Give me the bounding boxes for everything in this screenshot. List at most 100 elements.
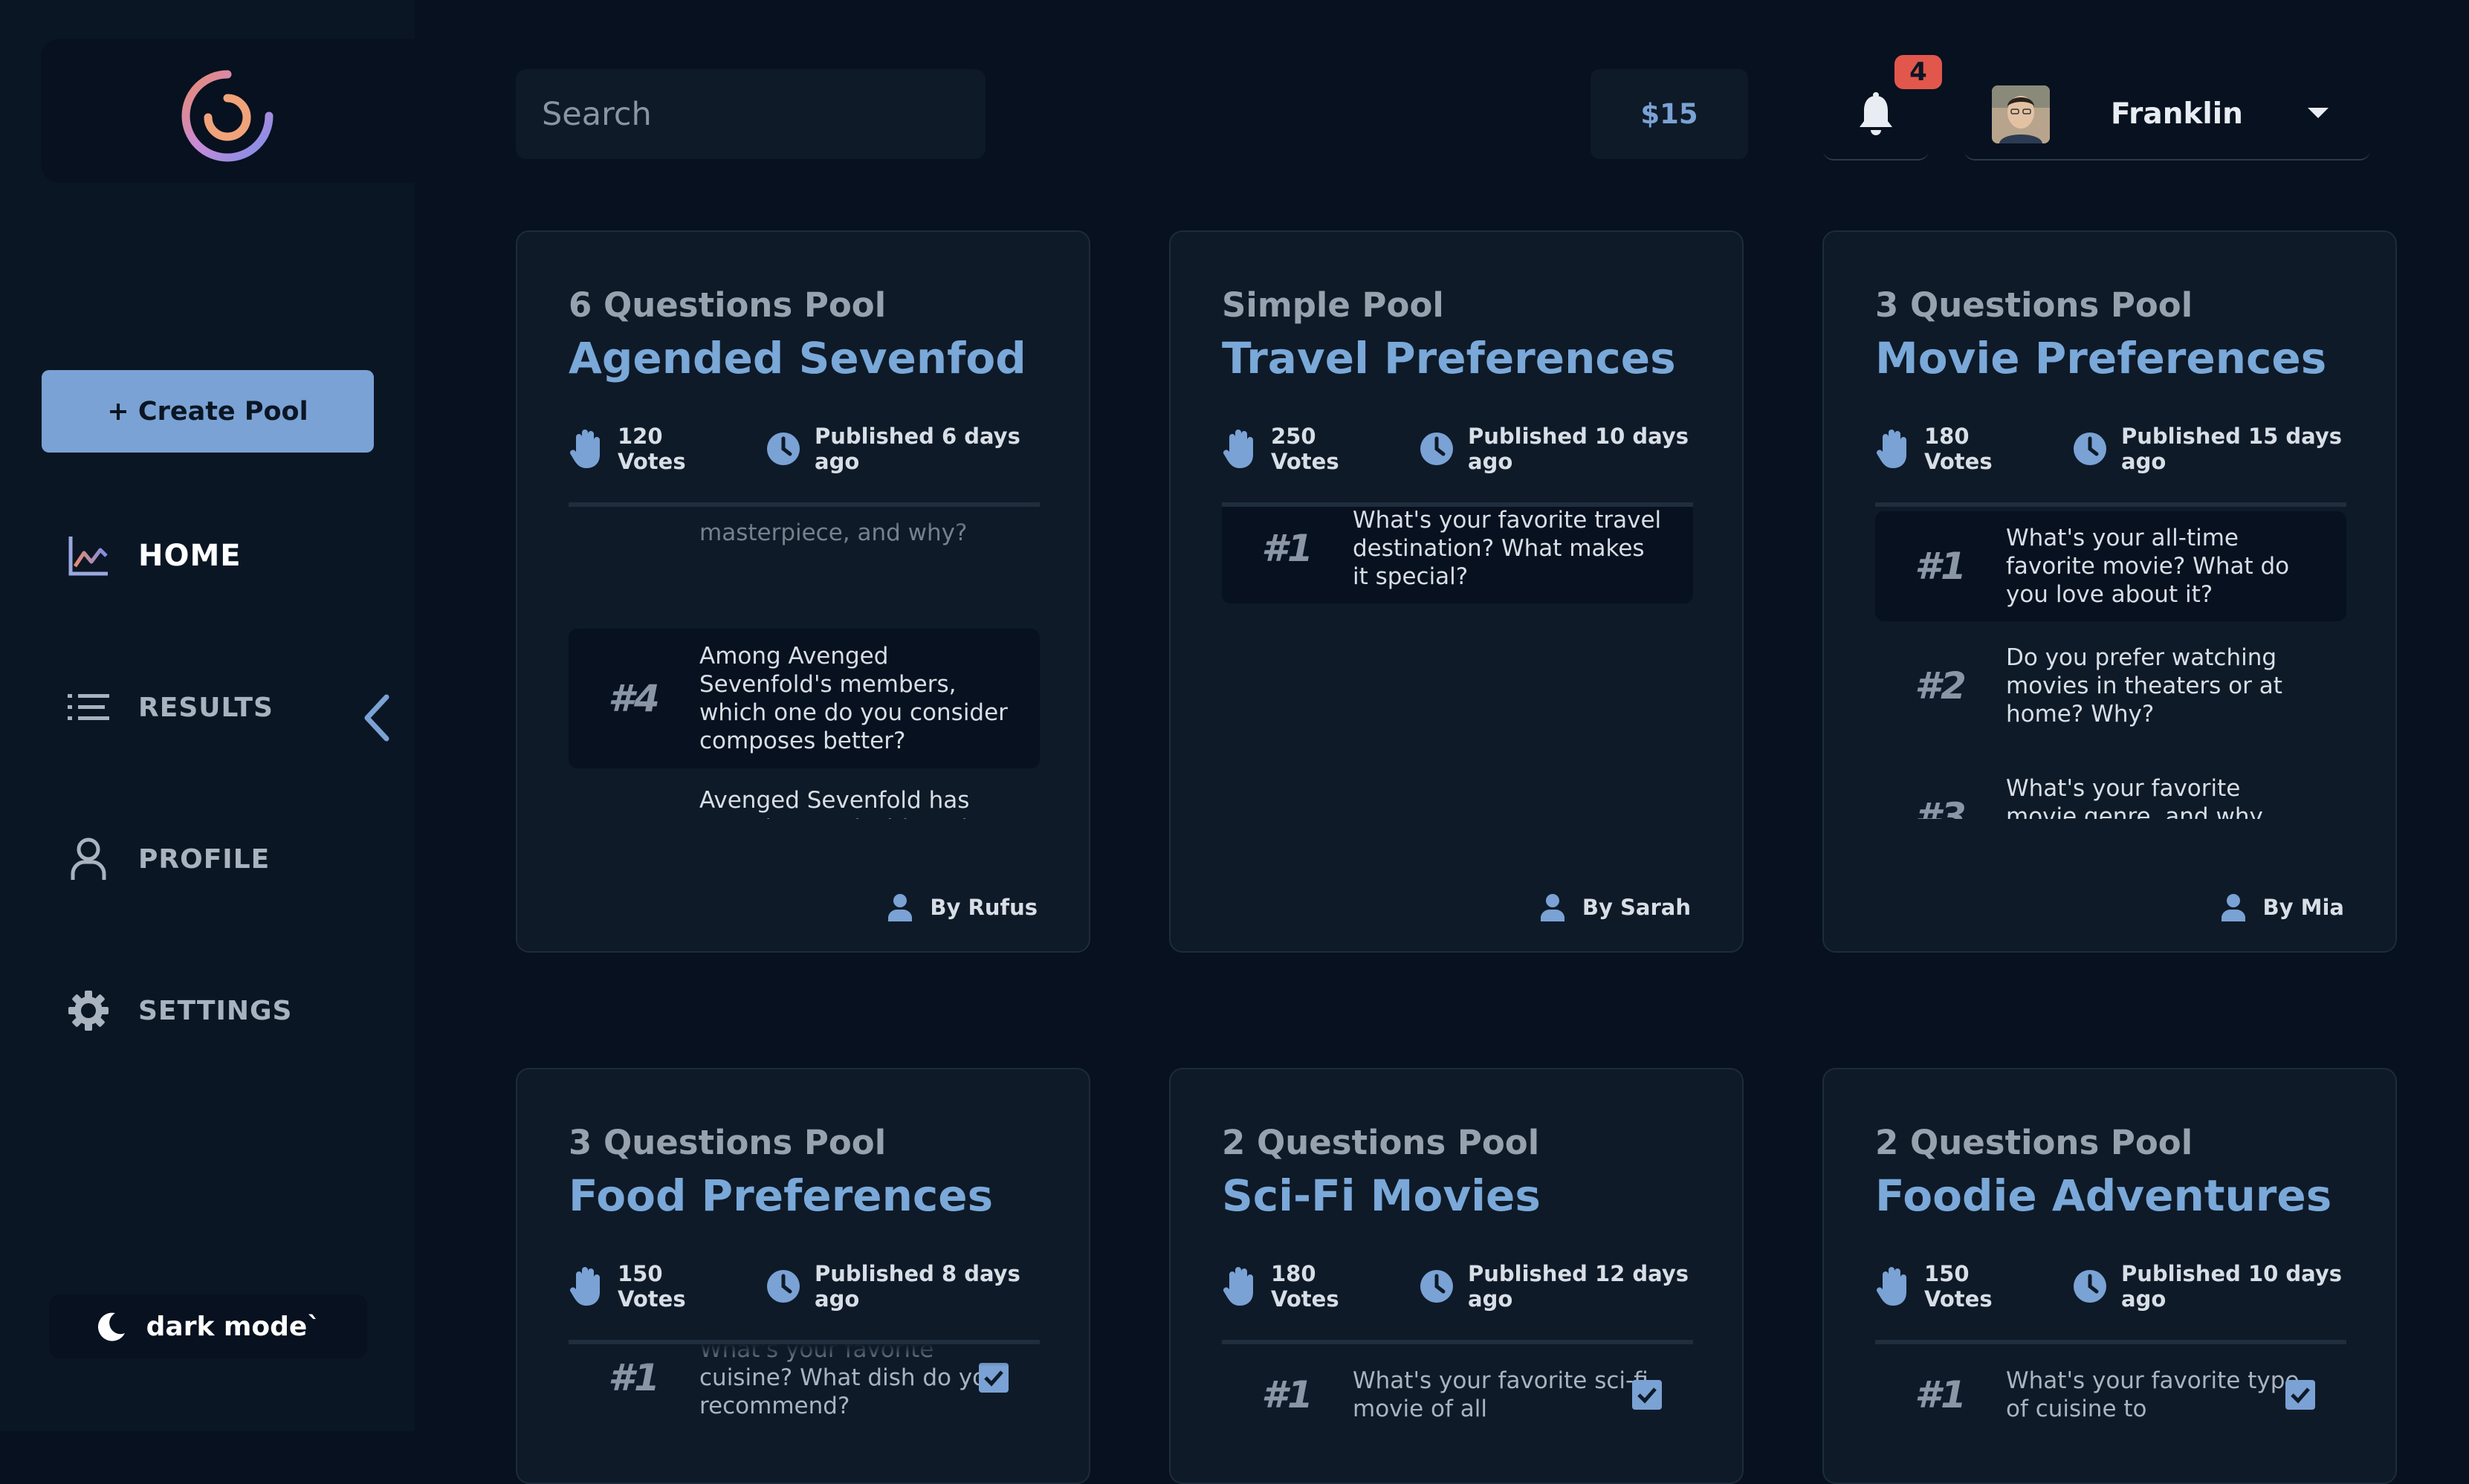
nav-item-results[interactable]: RESULTS bbox=[65, 678, 274, 737]
question-number: #3 bbox=[1915, 795, 1967, 819]
vote-label: Votes bbox=[1271, 449, 1339, 474]
vote-label: Votes bbox=[618, 1286, 686, 1312]
vote-number: 150 bbox=[1924, 1261, 1970, 1286]
nav-label-results: RESULTS bbox=[138, 692, 274, 723]
hand-icon bbox=[1876, 430, 1906, 468]
vote-count: 250 Votes bbox=[1222, 424, 1339, 474]
nav-item-profile[interactable]: PROFILE bbox=[65, 829, 270, 889]
search-input[interactable]: Search bbox=[516, 69, 986, 159]
app-logo-icon[interactable] bbox=[175, 65, 279, 169]
published-line-1: Published 8 days bbox=[815, 1261, 1020, 1286]
user-name: Franklin bbox=[2111, 97, 2243, 131]
pool-kind: 2 Questions Pool bbox=[1222, 1123, 1540, 1162]
author-name: By Mia bbox=[2262, 895, 2344, 920]
checkbox-checked[interactable] bbox=[979, 1363, 1009, 1393]
pool-card[interactable]: 3 Questions Pool Movie Preferences 180 Vote… bbox=[1822, 230, 2397, 953]
pool-title[interactable]: Food Preferences bbox=[569, 1170, 993, 1221]
checkbox-checked[interactable] bbox=[2285, 1380, 2315, 1410]
vote-label: Votes bbox=[1924, 449, 1993, 474]
scroll-fade bbox=[569, 1344, 1040, 1367]
pool-kind: 3 Questions Pool bbox=[1875, 285, 2193, 325]
published-date: Published 6 days ago bbox=[766, 424, 1020, 474]
dark-mode-toggle[interactable]: dark mode` bbox=[49, 1295, 367, 1358]
vote-count: 180 Votes bbox=[1222, 1261, 1339, 1312]
pool-title[interactable]: Foodie Adventures bbox=[1875, 1170, 2332, 1221]
question-text: Among Avenged Sevenfold's members, which… bbox=[699, 643, 1008, 754]
vote-count: 150 Votes bbox=[1875, 1261, 1993, 1312]
vote-label: Votes bbox=[1271, 1286, 1339, 1312]
question-item[interactable]: #2 Do you prefer watching movies in theat… bbox=[1875, 636, 2346, 736]
question-text: Do you prefer watching movies in theater… bbox=[2006, 644, 2282, 728]
gear-icon bbox=[65, 988, 111, 1034]
question-number: #1 bbox=[1261, 1373, 1313, 1416]
question-number: #1 bbox=[1915, 545, 1967, 588]
balance-button[interactable]: $15 bbox=[1591, 69, 1748, 159]
pool-card[interactable]: 2 Questions Pool Foodie Adventures 150 Vote… bbox=[1822, 1068, 2397, 1484]
question-item[interactable]: #1 What's your favorite travel destinatio… bbox=[1222, 507, 1693, 603]
hand-icon bbox=[1876, 1267, 1906, 1306]
nav-label-profile: PROFILE bbox=[138, 843, 271, 875]
published-line-2: ago bbox=[815, 449, 860, 474]
published-line-1: Published 6 days bbox=[815, 424, 1020, 449]
question-text: What's your favorite type of cuisine to bbox=[2006, 1367, 2300, 1422]
published-line-2: ago bbox=[2121, 449, 2167, 474]
question-item[interactable]: #1 What's your all-time favorite movie? W… bbox=[1875, 511, 2346, 621]
pool-card[interactable]: 2 Questions Pool Sci-Fi Movies 180 Votes Pub… bbox=[1169, 1068, 1744, 1484]
user-icon bbox=[65, 836, 111, 882]
question-list: masterpiece, and why? #4 Among Avenged Sev… bbox=[569, 507, 1040, 819]
create-pool-button[interactable]: + Create Pool bbox=[42, 370, 374, 453]
question-item[interactable]: #3 What's your favorite movie genre, and … bbox=[1875, 761, 2346, 819]
list-icon bbox=[65, 684, 111, 730]
author-name: By Sarah bbox=[1582, 895, 1691, 920]
clock-icon bbox=[1420, 1270, 1453, 1303]
pool-title[interactable]: Movie Preferences bbox=[1875, 333, 2326, 383]
pool-title[interactable]: Sci-Fi Movies bbox=[1222, 1170, 1541, 1221]
question-text: What's your all-time favorite movie? Wha… bbox=[2006, 525, 2290, 608]
clock-icon bbox=[767, 432, 800, 465]
logo-container bbox=[41, 39, 415, 183]
notification-count-badge: 4 bbox=[1894, 55, 1942, 89]
published-line-2: ago bbox=[1468, 449, 1513, 474]
question-list: #1 What's your favorite type of cuisine t… bbox=[1875, 1344, 2346, 1483]
clock-icon bbox=[2074, 432, 2106, 465]
question-list: #1 What's your favorite travel destinatio… bbox=[1222, 507, 1693, 819]
question-number: #1 bbox=[1915, 1373, 1967, 1416]
question-number: #1 bbox=[1261, 527, 1313, 570]
nav-item-home[interactable]: HOME bbox=[65, 526, 242, 586]
vote-count: 120 Votes bbox=[569, 424, 686, 474]
user-menu[interactable]: Franklin bbox=[1964, 69, 2370, 161]
pool-title[interactable]: Agended Sevenfod bbox=[569, 333, 1026, 383]
clock-icon bbox=[1420, 432, 1453, 465]
avatar bbox=[1992, 85, 2050, 143]
pool-author: By Mia bbox=[2220, 893, 2344, 921]
sidebar: + Create Pool HOME RESULTS PROFILE SETTI… bbox=[0, 0, 415, 1431]
pool-kind: 3 Questions Pool bbox=[569, 1123, 887, 1162]
published-line-2: ago bbox=[815, 1286, 860, 1312]
question-number: #4 bbox=[608, 677, 660, 720]
collapse-sidebar-icon[interactable] bbox=[358, 691, 394, 745]
chevron-down-icon bbox=[2308, 108, 2329, 118]
nav-item-settings[interactable]: SETTINGS bbox=[65, 981, 292, 1040]
question-item[interactable]: #5Avenged Sevenfold has experimented wit… bbox=[569, 785, 1040, 819]
moon-icon bbox=[97, 1312, 125, 1341]
checkbox-checked[interactable] bbox=[1632, 1380, 1662, 1410]
pool-card[interactable]: 6 Questions Pool Agended Sevenfod 120 Votes… bbox=[516, 230, 1090, 953]
published-date: Published 12 days ago bbox=[1419, 1261, 1689, 1312]
pool-kind: Simple Pool bbox=[1222, 285, 1444, 325]
hand-icon bbox=[1223, 1267, 1253, 1306]
clock-icon bbox=[2074, 1270, 2106, 1303]
published-date: Published 10 days ago bbox=[2072, 1261, 2342, 1312]
question-text: Avenged Sevenfold has experimented with … bbox=[699, 787, 1009, 819]
published-line-2: ago bbox=[1468, 1286, 1513, 1312]
question-list: #1 What's your all-time favorite movie? W… bbox=[1875, 507, 2346, 819]
question-list: #1What's your favorite cuisine? What dis… bbox=[569, 1344, 1040, 1483]
pool-title[interactable]: Travel Preferences bbox=[1222, 333, 1676, 383]
question-item[interactable]: #4 Among Avenged Sevenfold's members, whi… bbox=[569, 629, 1040, 768]
published-date: Published 8 days ago bbox=[766, 1261, 1020, 1312]
pool-card[interactable]: Simple Pool Travel Preferences 250 Votes Pub… bbox=[1169, 230, 1744, 953]
vote-number: 250 bbox=[1271, 424, 1316, 449]
search-placeholder: Search bbox=[542, 95, 652, 133]
pool-card[interactable]: 3 Questions Pool Food Preferences 150 Votes… bbox=[516, 1068, 1090, 1484]
vote-count: 150 Votes bbox=[569, 1261, 686, 1312]
question-text: What's your favorite travel destination?… bbox=[1353, 507, 1662, 590]
